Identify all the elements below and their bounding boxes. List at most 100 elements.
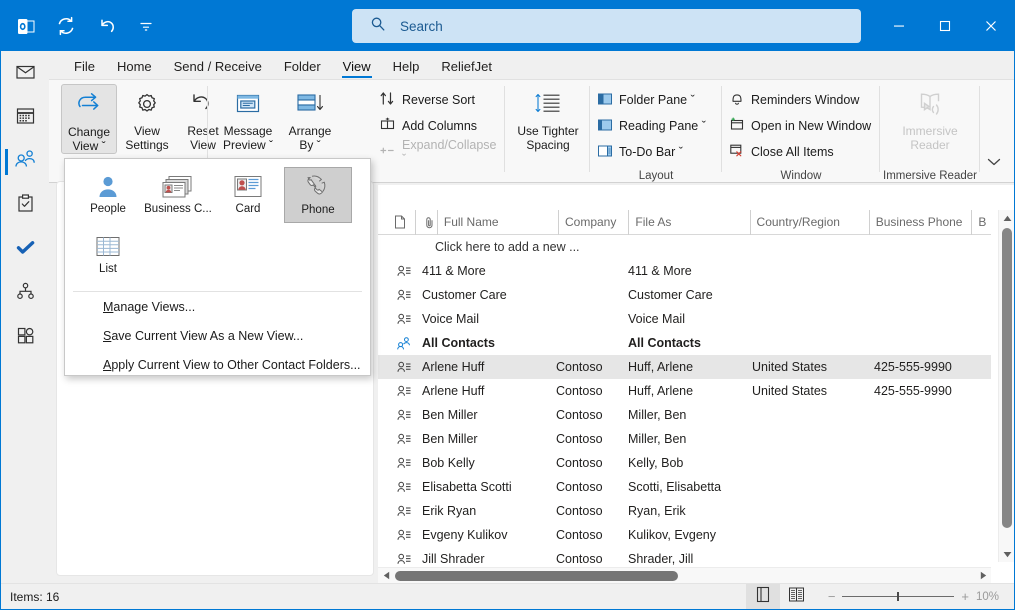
view-option-phone[interactable]: Phone — [284, 167, 352, 223]
outlook-logo-icon[interactable] — [13, 13, 39, 39]
scroll-up-arrow-icon[interactable] — [999, 210, 1014, 226]
reading-pane-command[interactable]: Reading Pane ˇ — [597, 115, 706, 137]
nav-item-todo[interactable] — [1, 229, 49, 271]
maximize-button[interactable] — [922, 1, 968, 51]
message-preview-label-2: Preview ˇ — [222, 138, 273, 152]
column-header-attachment[interactable] — [415, 209, 437, 235]
reminders-window-command[interactable]: Reminders Window — [729, 89, 859, 111]
view-option-people[interactable]: People — [74, 167, 142, 223]
save-current-view-item[interactable]: Save Current View As a New View... — [65, 321, 370, 350]
scroll-left-arrow-icon[interactable] — [378, 568, 394, 584]
folder-pane-command[interactable]: Folder Pane ˇ — [597, 89, 695, 111]
use-tighter-spacing-button[interactable]: Use Tighter Spacing — [515, 84, 581, 152]
add-columns-command[interactable]: Add Columns — [379, 115, 477, 137]
table-row[interactable]: Evgeny Kulikov Contoso Kulikov, Evgeny — [378, 523, 991, 547]
nav-item-people[interactable] — [1, 141, 49, 183]
tab-help[interactable]: Help — [382, 57, 431, 79]
undo-icon[interactable] — [93, 13, 119, 39]
close-button[interactable] — [968, 1, 1014, 51]
tab-reliefjet[interactable]: ReliefJet — [430, 57, 503, 79]
table-row[interactable]: All Contacts All Contacts — [378, 331, 991, 355]
column-header-file-as[interactable]: File As — [628, 209, 749, 235]
table-row[interactable]: Ben Miller Contoso Miller, Ben — [378, 403, 991, 427]
nav-item-calendar[interactable] — [1, 97, 49, 139]
zoom-slider-thumb[interactable] — [897, 591, 900, 601]
column-header-country-region[interactable]: Country/Region — [749, 209, 869, 235]
table-row[interactable]: Elisabetta Scotti Contoso Scotti, Elisabet… — [378, 475, 991, 499]
cell-full-name: Ben Miller — [422, 408, 478, 422]
table-row[interactable]: Arlene Huff Contoso Huff, Arlene United Sta… — [378, 355, 991, 379]
table-row[interactable]: Ben Miller Contoso Miller, Ben — [378, 427, 991, 451]
zoom-control[interactable]: − + 10% — [814, 589, 1014, 604]
vertical-scroll-thumb[interactable] — [1002, 228, 1012, 528]
send-receive-icon[interactable] — [53, 13, 79, 39]
scroll-down-arrow-icon[interactable] — [999, 546, 1014, 562]
zoom-in-button[interactable]: + — [961, 589, 969, 604]
tab-folder[interactable]: Folder — [273, 57, 332, 79]
open-in-new-window-command[interactable]: Open in New Window — [729, 115, 871, 137]
view-settings-button[interactable]: View Settings — [119, 84, 175, 152]
apply-view-other-folders-item[interactable]: Apply Current View to Other Contact Fold… — [65, 350, 370, 379]
search-box[interactable]: Search — [352, 9, 861, 43]
nav-item-more-apps[interactable] — [1, 317, 49, 359]
ribbon-separator-6 — [979, 86, 980, 172]
view-option-list[interactable]: List — [74, 227, 142, 283]
tab-file[interactable]: File — [63, 57, 106, 79]
arrange-by-icon — [281, 84, 339, 124]
todo-bar-command[interactable]: To-Do Bar ˇ — [597, 141, 683, 163]
immersive-reader-label-2: Reader — [910, 138, 950, 152]
manage-views-item[interactable]: Manage Views... — [65, 292, 370, 321]
change-view-button[interactable]: Change View ˇ — [61, 84, 117, 154]
nav-item-tasks[interactable] — [1, 185, 49, 227]
tab-send-receive[interactable]: Send / Receive — [163, 57, 273, 79]
add-new-contact-row[interactable]: Click here to add a new ... — [378, 235, 991, 259]
column-header-icon[interactable] — [378, 210, 415, 235]
card-view-icon — [233, 171, 263, 203]
new-window-icon — [729, 117, 745, 135]
column-header-company[interactable]: Company — [558, 209, 628, 235]
ribbon-collapse-button[interactable] — [986, 154, 1002, 172]
zoom-out-button[interactable]: − — [828, 589, 836, 604]
reading-view-button[interactable] — [780, 584, 814, 610]
cell-full-name: All Contacts — [422, 336, 495, 350]
tighter-spacing-icon — [515, 84, 581, 124]
table-row[interactable]: Voice Mail Voice Mail — [378, 307, 991, 331]
close-all-items-command[interactable]: Close All Items — [729, 141, 834, 163]
view-option-business-card[interactable]: Business C... — [144, 167, 212, 223]
column-header-full-name[interactable]: Full Name — [436, 209, 558, 235]
table-row[interactable]: Arlene Huff Contoso Huff, Arlene United Sta… — [378, 379, 991, 403]
list-vertical-scrollbar[interactable] — [998, 210, 1014, 562]
tighter-spacing-label-1: Use Tighter — [517, 124, 579, 138]
tab-view[interactable]: View — [332, 57, 382, 79]
immersive-reader-label-1: Immersive — [902, 124, 958, 138]
view-option-list-label: List — [99, 263, 117, 275]
zoom-percent-label[interactable]: 10% — [976, 591, 1004, 603]
close-all-items-icon — [729, 143, 745, 161]
zoom-slider[interactable] — [842, 591, 955, 603]
normal-view-button[interactable] — [745, 583, 780, 609]
immersive-reader-button: Immersive Reader — [894, 84, 966, 152]
customize-qat-icon[interactable] — [133, 13, 159, 39]
bell-icon — [729, 91, 745, 109]
tab-home[interactable]: Home — [106, 57, 163, 79]
save-current-view-label: ave Current View As a New View... — [111, 328, 304, 343]
arrange-by-button[interactable]: Arrange By ˇ — [281, 84, 339, 152]
nav-item-groups[interactable] — [1, 273, 49, 315]
message-preview-button[interactable]: Message Preview ˇ — [217, 84, 279, 152]
view-option-card[interactable]: Card — [214, 167, 282, 223]
table-row[interactable]: Erik Ryan Contoso Ryan, Erik — [378, 499, 991, 523]
cell-full-name: Ben Miller — [422, 432, 478, 446]
table-row[interactable]: Bob Kelly Contoso Kelly, Bob — [378, 451, 991, 475]
scroll-right-arrow-icon[interactable] — [975, 568, 991, 584]
nav-item-mail[interactable] — [1, 53, 49, 95]
column-header-partial[interactable]: B — [971, 209, 991, 235]
list-horizontal-scrollbar[interactable] — [378, 567, 991, 583]
horizontal-scroll-thumb[interactable] — [395, 571, 678, 581]
ribbon-group-layout: Folder Pane ˇ Reading Pane ˇ To-Do Bar ˇ… — [593, 80, 719, 184]
table-row[interactable]: 411 & More 411 & More — [378, 259, 991, 283]
column-header-business-phone[interactable]: Business Phone — [868, 209, 972, 235]
reverse-sort-command[interactable]: Reverse Sort — [379, 89, 475, 111]
close-all-items-label: Close All Items — [751, 145, 834, 159]
minimize-button[interactable] — [876, 1, 922, 51]
table-row[interactable]: Customer Care Customer Care — [378, 283, 991, 307]
